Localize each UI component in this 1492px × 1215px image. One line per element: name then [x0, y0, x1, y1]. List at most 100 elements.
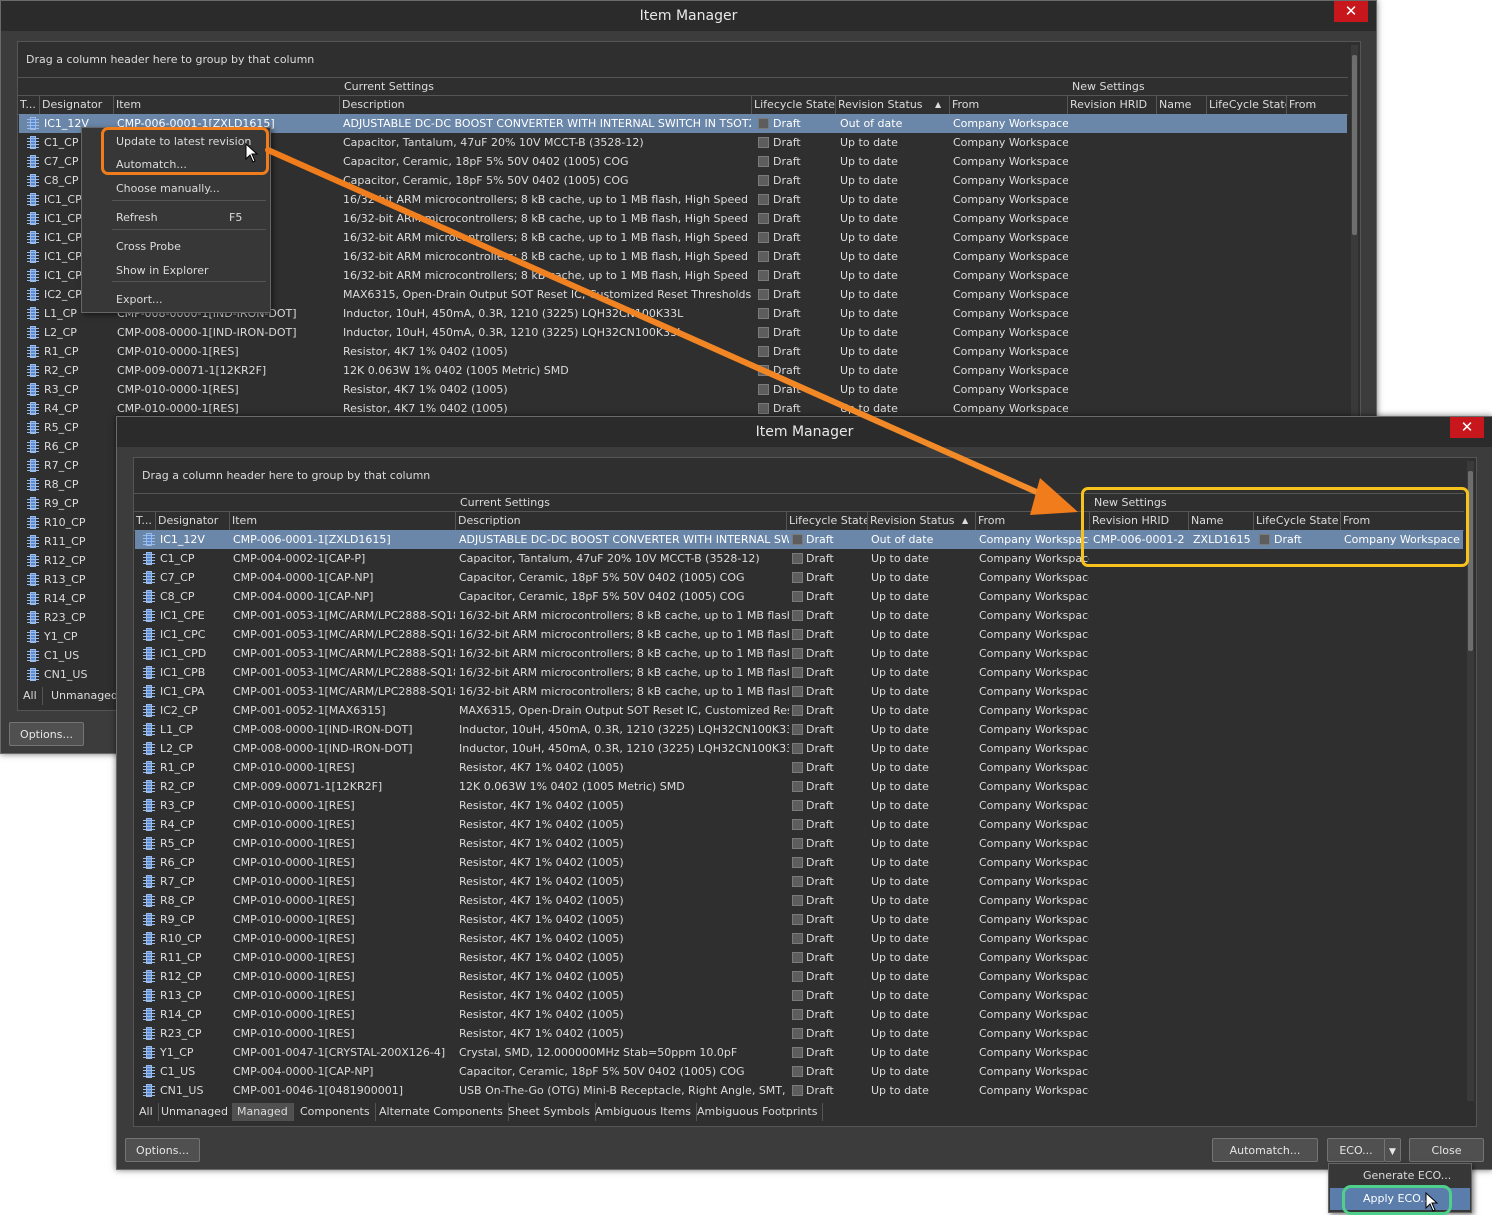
tab[interactable]: Unmanaged — [46, 687, 124, 705]
tab[interactable]: Ambiguous Items — [590, 1103, 697, 1121]
tab[interactable]: Alternate Components — [374, 1103, 509, 1121]
table-row[interactable]: IC1_CPA CMP-001-0053-1[MC/ARM/LPC2888-SQ1… — [135, 682, 1463, 701]
table-row[interactable]: R1_CP CMP-010-0000-1[RES] Resistor, 4K7 1%… — [19, 342, 1347, 361]
table-row[interactable]: CN1_US CMP-001-0046-1[0481900001] USB On-T… — [135, 1081, 1463, 1100]
table-row[interactable]: R10_CP CMP-010-0000-1[RES] Resistor, 4K7 1… — [135, 929, 1463, 948]
column-header[interactable]: Item — [116, 98, 340, 111]
table-row[interactable]: R1_CP CMP-010-0000-1[RES] Resistor, 4K7 1%… — [135, 758, 1463, 777]
table-row[interactable]: R13_CP CMP-010-0000-1[RES] Resistor, 4K7 1… — [135, 986, 1463, 1005]
tab[interactable]: Unmanaged — [156, 1103, 234, 1121]
column-header[interactable]: Lifecycle State — [789, 514, 867, 527]
table-row[interactable]: C7_CP CMP-004-0000-1[CAP-NP] Capacitor, Ce… — [135, 568, 1463, 587]
eco-button[interactable]: ECO... — [1327, 1138, 1385, 1162]
close-button[interactable]: Close — [1409, 1138, 1484, 1162]
table-row[interactable]: L2_CP CMP-008-0000-1[IND-IRON-DOT] Inducto… — [135, 739, 1463, 758]
table-row[interactable]: R4_CP CMP-010-0000-1[RES] Resistor, 4K7 1%… — [135, 815, 1463, 834]
table-row[interactable]: R5_CP CMP-010-0000-1[RES] Resistor, 4K7 1%… — [135, 834, 1463, 853]
column-header[interactable]: Revision HRID — [1070, 98, 1158, 111]
tab[interactable]: Components — [295, 1103, 376, 1121]
column-separator[interactable] — [455, 512, 456, 530]
column-header[interactable]: Designator — [158, 514, 230, 527]
context-menu-item[interactable]: Export... — [83, 289, 269, 311]
lifecycle-color-icon — [792, 1066, 803, 1077]
revision-status-cell: Up to date — [871, 970, 929, 983]
column-header[interactable]: T... — [20, 98, 40, 111]
column-header[interactable]: Name — [1159, 98, 1207, 111]
column-separator[interactable] — [339, 96, 340, 114]
table-row[interactable]: L2_CP CMP-008-0000-1[IND-IRON-DOT] Inducto… — [19, 323, 1347, 342]
table-row[interactable]: IC1_CPC CMP-001-0053-1[MC/ARM/LPC2888-SQ1… — [135, 625, 1463, 644]
column-separator[interactable] — [867, 512, 868, 530]
back-options-button[interactable]: Options... — [9, 722, 84, 746]
lifecycle-cell: Draft — [806, 837, 834, 850]
column-header[interactable]: Description — [458, 514, 786, 527]
table-row[interactable]: R23_CP CMP-010-0000-1[RES] Resistor, 4K7 1… — [135, 1024, 1463, 1043]
tab[interactable]: All — [18, 687, 43, 705]
column-separator[interactable] — [1286, 96, 1287, 114]
column-separator[interactable] — [949, 96, 950, 114]
column-header[interactable]: From — [978, 514, 1088, 527]
column-separator[interactable] — [751, 96, 752, 114]
table-row[interactable]: R8_CP CMP-010-0000-1[RES] Resistor, 4K7 1%… — [135, 891, 1463, 910]
column-separator[interactable] — [786, 512, 787, 530]
lifecycle-color-icon — [792, 933, 803, 944]
table-row[interactable]: IC1_CPE CMP-001-0053-1[MC/ARM/LPC2888-SQ1… — [135, 606, 1463, 625]
back-vscroll-thumb[interactable] — [1352, 55, 1357, 235]
table-row[interactable]: R14_CP CMP-010-0000-1[RES] Resistor, 4K7 1… — [135, 1005, 1463, 1024]
table-row[interactable]: R9_CP CMP-010-0000-1[RES] Resistor, 4K7 1%… — [135, 910, 1463, 929]
column-separator[interactable] — [975, 512, 976, 530]
column-header[interactable]: Lifecycle State — [754, 98, 836, 111]
table-row[interactable]: R11_CP CMP-010-0000-1[RES] Resistor, 4K7 1… — [135, 948, 1463, 967]
tab[interactable]: All — [134, 1103, 159, 1121]
column-header[interactable]: Description — [342, 98, 752, 111]
front-close-icon[interactable]: ✕ — [1450, 417, 1484, 438]
column-header[interactable]: Revision Status — [870, 514, 974, 527]
tab[interactable]: Managed — [232, 1103, 294, 1121]
table-row[interactable]: R3_CP CMP-010-0000-1[RES] Resistor, 4K7 1%… — [19, 380, 1347, 399]
front-options-button[interactable]: Options... — [125, 1138, 200, 1162]
from-cell: Company Workspace — [979, 799, 1089, 812]
table-row[interactable]: L1_CP CMP-008-0000-1[IND-IRON-DOT] Inducto… — [135, 720, 1463, 739]
table-row[interactable]: R12_CP CMP-010-0000-1[RES] Resistor, 4K7 1… — [135, 967, 1463, 986]
table-row[interactable]: C8_CP CMP-004-0000-1[CAP-NP] Capacitor, Ce… — [135, 587, 1463, 606]
column-header[interactable]: LifeCycle State — [1209, 98, 1287, 111]
table-row[interactable]: IC2_CP CMP-001-0052-1[MAX6315] MAX6315, Op… — [135, 701, 1463, 720]
tab[interactable]: Sheet Symbols — [503, 1103, 597, 1121]
generate-eco-item[interactable]: Generate ECO... — [1330, 1165, 1470, 1187]
column-separator[interactable] — [229, 512, 230, 530]
table-row[interactable]: IC1_CPD CMP-001-0053-1[MC/ARM/LPC2888-SQ1… — [135, 644, 1463, 663]
column-separator[interactable] — [1067, 96, 1068, 114]
context-menu-item[interactable]: Refresh F5 — [83, 207, 269, 229]
column-separator[interactable] — [835, 96, 836, 114]
table-row[interactable]: C1_US CMP-004-0000-1[CAP-NP] Capacitor, Ce… — [135, 1062, 1463, 1081]
back-close-icon[interactable]: ✕ — [1334, 1, 1368, 22]
column-separator[interactable] — [155, 512, 156, 530]
table-row[interactable]: R6_CP CMP-010-0000-1[RES] Resistor, 4K7 1%… — [135, 853, 1463, 872]
table-row[interactable]: R2_CP CMP-009-00071-1[12KR2F] 12K 0.063W 1… — [135, 777, 1463, 796]
table-row[interactable]: R3_CP CMP-010-0000-1[RES] Resistor, 4K7 1%… — [135, 796, 1463, 815]
column-header[interactable]: From — [952, 98, 1067, 111]
column-separator[interactable] — [1156, 96, 1157, 114]
item-cell: CMP-010-0000-1[RES] — [233, 875, 355, 888]
lifecycle-color-icon — [758, 327, 769, 338]
lifecycle-cell: Draft — [806, 913, 834, 926]
table-row[interactable]: IC1_CPB CMP-001-0053-1[MC/ARM/LPC2888-SQ1… — [135, 663, 1463, 682]
column-separator[interactable] — [39, 96, 40, 114]
column-header[interactable]: Item — [232, 514, 456, 527]
tab[interactable]: Ambiguous Footprints — [692, 1103, 824, 1121]
table-row[interactable]: Y1_CP CMP-001-0047-1[CRYSTAL-200X126-4] Cr… — [135, 1043, 1463, 1062]
column-separator[interactable] — [113, 96, 114, 114]
context-menu-item[interactable]: Cross Probe — [83, 236, 269, 258]
lifecycle-color-icon — [758, 175, 769, 186]
eco-dropdown-button[interactable]: ▼ — [1384, 1138, 1401, 1162]
context-menu-item[interactable]: Choose manually... — [83, 178, 269, 200]
column-header[interactable]: Designator — [42, 98, 114, 111]
column-header[interactable]: From — [1289, 98, 1344, 111]
context-menu-item[interactable]: Show in Explorer — [83, 260, 269, 282]
automatch-button[interactable]: Automatch... — [1212, 1138, 1318, 1162]
table-row[interactable]: R2_CP CMP-009-00071-1[12KR2F] 12K 0.063W 1… — [19, 361, 1347, 380]
column-header[interactable]: Revision Status — [838, 98, 948, 111]
table-row[interactable]: R7_CP CMP-010-0000-1[RES] Resistor, 4K7 1%… — [135, 872, 1463, 891]
column-separator[interactable] — [1206, 96, 1207, 114]
column-header[interactable]: T... — [136, 514, 156, 527]
